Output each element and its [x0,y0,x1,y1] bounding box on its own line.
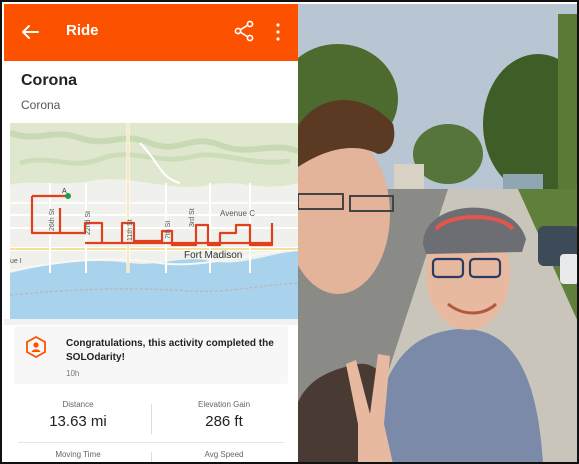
stat-moving-time: Moving Time [8,450,148,459]
stat-label: Moving Time [55,450,101,459]
route-map[interactable]: A 26th St 22nd St 11th St 7th St 3rd St … [10,123,298,319]
activity-stats: Distance 13.63 mi Elevation Gain 286 ft … [4,392,298,462]
app-bar-title: Ride [66,22,99,39]
stat-elevation: Elevation Gain 286 ft [154,400,294,430]
stat-value: 13.63 mi [49,413,107,430]
app-bar: Ride [4,4,298,61]
more-vertical-icon[interactable] [274,22,282,42]
selfie-photo [298,4,577,462]
stat-separator [151,452,152,462]
map-label-marker-a: A [62,188,67,195]
stat-value: 286 ft [205,413,243,430]
section-divider [4,319,298,325]
photo-illustration [298,4,577,462]
map-label-city: Fort Madison [184,250,242,261]
map-label-11th: 11th St [127,219,134,241]
map-canvas: A 26th St 22nd St 11th St 7th St 3rd St … [10,123,298,319]
map-label-22nd: 22nd St [85,211,92,235]
stat-label: Distance [62,400,94,409]
share-icon[interactable] [234,20,254,42]
badge-icon [26,336,46,358]
screenshot-frame: Ride Corona Corona A 26th St 22nd St 11t… [0,0,579,464]
stat-distance: Distance 13.63 mi [8,400,148,430]
map-label-avenue-c: Avenue C [220,209,255,218]
back-arrow-icon[interactable] [20,22,40,42]
stat-label: Avg Speed [204,450,244,459]
stats-row-divider [18,442,284,443]
stat-avg-speed: Avg Speed [154,450,294,459]
map-label-3rd: 3rd St [189,208,196,227]
map-label-26th: 26th St [49,209,56,231]
map-label-highway: ue I [10,258,22,265]
stat-separator [151,404,152,434]
map-label-7th: 7th St [165,221,172,239]
activity-screen: Ride Corona Corona A 26th St 22nd St 11t… [4,4,298,462]
stat-label: Elevation Gain [197,400,251,409]
achievement-message: Congratulations, this activity completed… [66,338,274,363]
activity-title: Corona [21,72,77,89]
achievement-time: 10h [66,369,80,378]
activity-subtitle: Corona [21,98,61,112]
achievement-card[interactable]: Congratulations, this activity completed… [14,326,288,384]
